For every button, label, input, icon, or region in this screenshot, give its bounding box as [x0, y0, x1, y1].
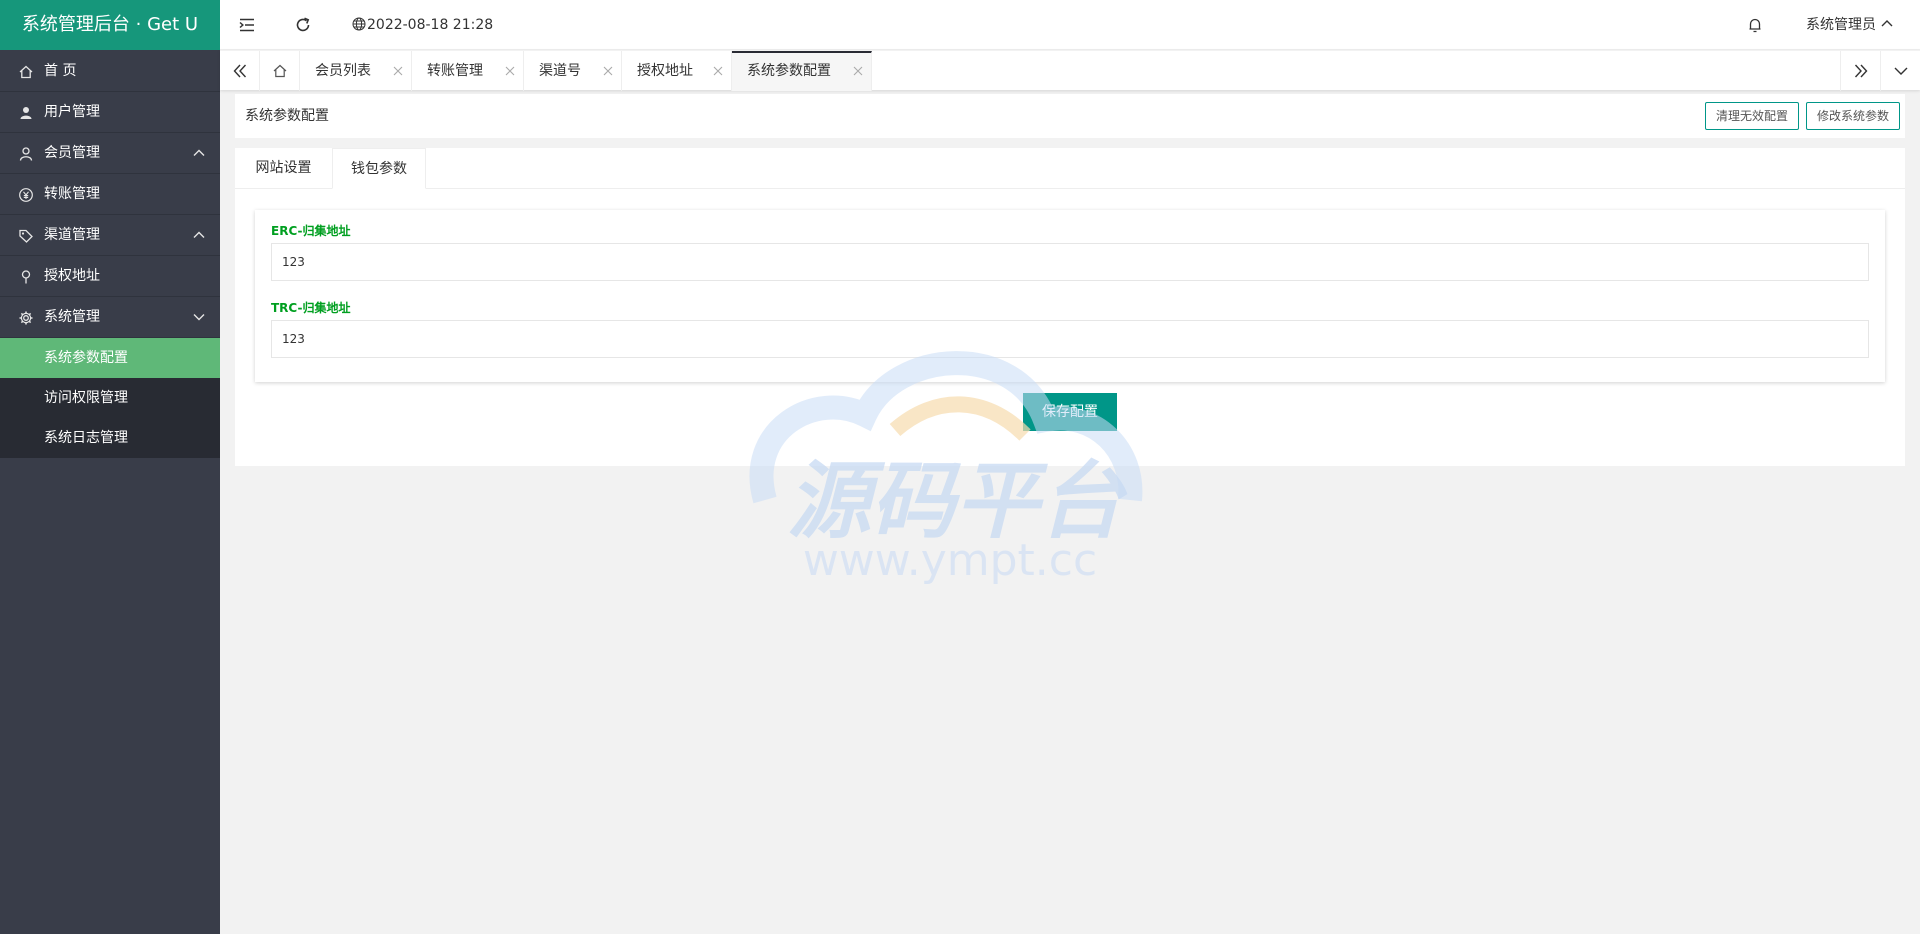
- user-menu[interactable]: 系统管理员: [1806, 0, 1894, 50]
- tab-label: 会员列表: [315, 63, 371, 79]
- page-title: 系统参数配置: [245, 108, 329, 124]
- close-icon[interactable]: [853, 66, 863, 76]
- refresh-icon[interactable]: [294, 16, 312, 34]
- tabs-scroll-left[interactable]: [220, 51, 260, 91]
- user-icon: [20, 107, 32, 119]
- member-icon: [19, 147, 33, 161]
- datetime-text: 2022-08-18 21:28: [367, 17, 494, 33]
- settings-tabs: 网站设置 钱包参数: [235, 148, 1905, 189]
- tab-label: 系统参数配置: [747, 63, 831, 79]
- close-icon[interactable]: [713, 66, 723, 76]
- chevron-down-icon: [1894, 67, 1908, 75]
- double-chevron-right-icon: [1854, 64, 1868, 78]
- sidebar-item-label: 系统管理: [44, 309, 100, 325]
- save-config-button[interactable]: 保存配置: [1023, 393, 1117, 431]
- submenu-item-access-permissions[interactable]: 访问权限管理: [0, 378, 220, 418]
- page-header: 系统参数配置 清理无效配置 修改系统参数: [235, 94, 1905, 138]
- edit-system-params-button[interactable]: 修改系统参数: [1805, 102, 1900, 130]
- trc-address-label: TRC-归集地址: [271, 301, 351, 315]
- tab-transfers[interactable]: 转账管理: [412, 51, 524, 91]
- close-icon[interactable]: [603, 66, 613, 76]
- erc-address-label: ERC-归集地址: [271, 224, 351, 238]
- page-tabs-bar: 会员列表 转账管理 渠道号 授权地址 系统参数配置: [220, 50, 1920, 91]
- tabs-scroll-right[interactable]: [1840, 51, 1880, 91]
- app-logo-title: 系统管理后台 · Get U: [0, 0, 220, 50]
- sidebar-item-members[interactable]: 会员管理: [0, 133, 220, 174]
- tab-wallet-params[interactable]: 钱包参数: [332, 148, 426, 189]
- sidebar-item-auth-address[interactable]: 授权地址: [0, 256, 220, 297]
- sidebar-item-label: 首 页: [44, 63, 77, 79]
- sidebar-item-label: 会员管理: [44, 145, 100, 161]
- sidebar-item-label: 用户管理: [44, 104, 100, 120]
- sidebar-item-channels[interactable]: 渠道管理: [0, 215, 220, 256]
- gear-icon: [19, 311, 33, 325]
- tab-label: 渠道号: [539, 63, 581, 79]
- chevron-up-icon: [193, 231, 205, 238]
- chevron-down-icon: [193, 314, 205, 321]
- tab-auth-address[interactable]: 授权地址: [622, 51, 732, 91]
- submenu-item-system-params[interactable]: 系统参数配置: [0, 338, 220, 378]
- location-icon: [21, 270, 31, 284]
- trc-address-input[interactable]: [271, 320, 1869, 358]
- sidebar-item-system[interactable]: 系统管理: [0, 297, 220, 338]
- chevron-up-icon: [1881, 20, 1893, 27]
- tab-home[interactable]: [260, 51, 300, 91]
- sidebar-item-label: 渠道管理: [44, 227, 100, 243]
- yen-icon: [19, 188, 33, 202]
- home-icon: [19, 65, 33, 79]
- sidebar-item-users[interactable]: 用户管理: [0, 92, 220, 133]
- tab-channel-number[interactable]: 渠道号: [524, 51, 622, 91]
- close-icon[interactable]: [393, 66, 403, 76]
- sidebar-item-label: 授权地址: [44, 268, 100, 284]
- top-header: 2022-08-18 21:28 系统管理员: [220, 0, 1920, 50]
- submenu-item-system-logs[interactable]: 系统日志管理: [0, 418, 220, 458]
- sidebar: 系统管理后台 · Get U 首 页 用户管理 会员管理 转账管理 渠道管理 授…: [0, 0, 220, 934]
- chevron-up-icon: [193, 149, 205, 156]
- bell-icon[interactable]: [1746, 16, 1764, 34]
- wallet-form-card: ERC-归集地址 TRC-归集地址: [255, 210, 1885, 382]
- watermark-cn-text: 源码平台: [787, 452, 1128, 550]
- home-icon: [273, 64, 287, 78]
- watermark-url-text: www.ympt.cc: [803, 535, 1097, 586]
- settings-panel: 网站设置 钱包参数 ERC-归集地址 TRC-归集地址 保存配置: [235, 148, 1905, 466]
- clean-invalid-config-button[interactable]: 清理无效配置: [1704, 102, 1799, 130]
- close-icon[interactable]: [505, 66, 515, 76]
- globe-icon: [352, 17, 366, 31]
- header-datetime: 2022-08-18 21:28: [352, 0, 493, 50]
- sidebar-item-home[interactable]: 首 页: [0, 51, 220, 92]
- menu-toggle-icon[interactable]: [238, 16, 256, 34]
- system-submenu: 系统参数配置 访问权限管理 系统日志管理: [0, 338, 220, 458]
- erc-address-input[interactable]: [271, 243, 1869, 281]
- tab-member-list[interactable]: 会员列表: [300, 51, 412, 91]
- user-name: 系统管理员: [1806, 17, 1876, 33]
- tabs-dropdown[interactable]: [1880, 51, 1920, 91]
- sidebar-item-transfers[interactable]: 转账管理: [0, 174, 220, 215]
- double-chevron-left-icon: [233, 64, 247, 78]
- tab-label: 授权地址: [637, 63, 693, 79]
- tab-website-settings[interactable]: 网站设置: [235, 148, 332, 188]
- tag-icon: [19, 229, 33, 243]
- tab-label: 转账管理: [427, 63, 483, 79]
- tab-system-params[interactable]: 系统参数配置: [732, 51, 872, 91]
- sidebar-item-label: 转账管理: [44, 186, 100, 202]
